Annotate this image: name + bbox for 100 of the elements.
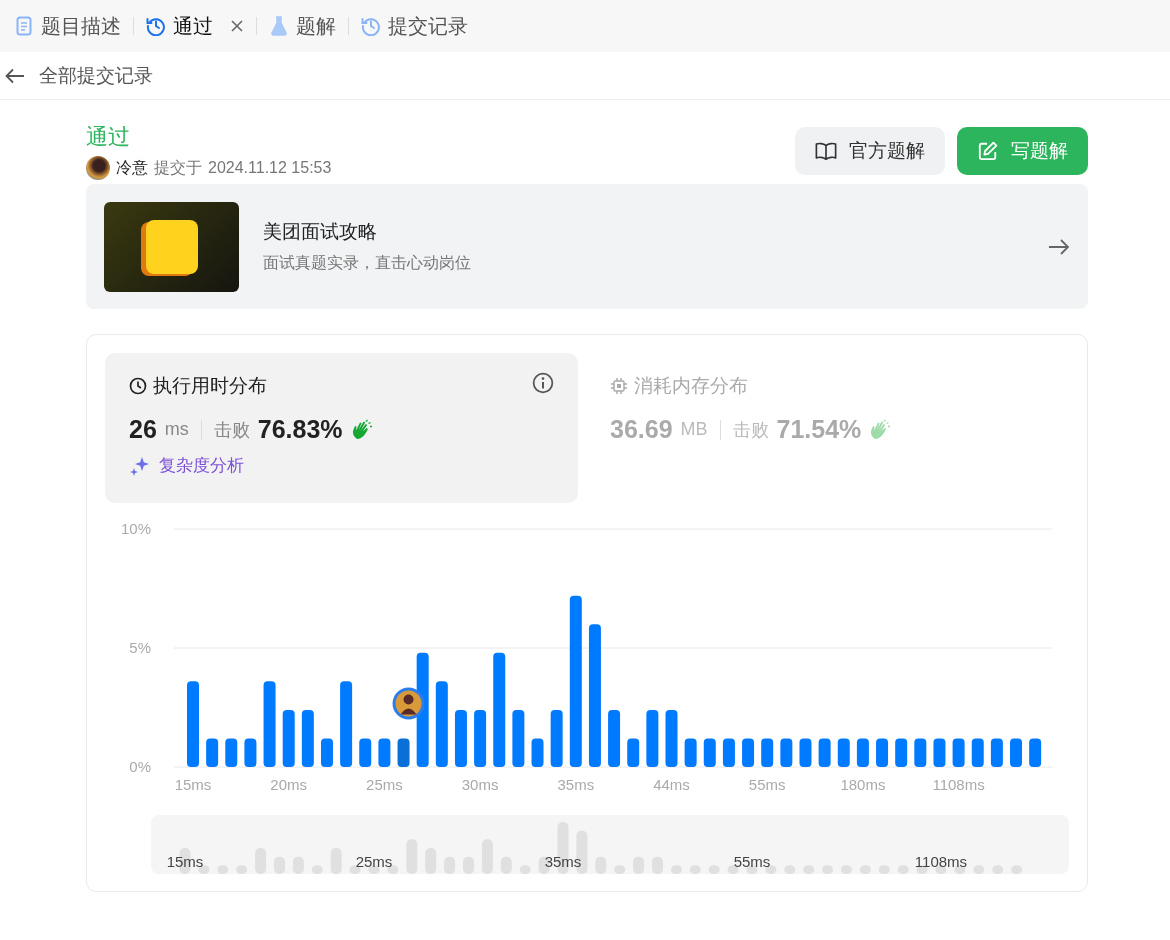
overview-label: 35ms [544,853,582,870]
histogram-bar[interactable] [359,738,372,767]
x-axis-label: 44ms [653,776,690,793]
stats-panel[interactable]: 执行用时分布 26 ms 击败 76.83% 复杂度分析 [105,353,578,503]
overview-label: 1108ms [914,853,968,870]
histogram-bar[interactable] [569,595,582,767]
histogram-bar[interactable] [206,738,219,767]
histogram-bar[interactable] [856,738,869,767]
status-text: 通过 [86,124,131,150]
x-axis-label: 1108ms [932,776,985,793]
histogram-bar[interactable] [761,738,774,767]
histogram-bar[interactable] [301,709,314,767]
edit-icon [977,141,999,161]
histogram-bar[interactable] [799,738,812,767]
stat-value: 36.69 [610,415,673,444]
y-axis-label: 10% [120,520,151,537]
histogram-bar[interactable] [646,709,659,767]
histogram-bar[interactable] [608,709,621,767]
history-icon [146,16,166,36]
histogram-bar[interactable] [990,738,1003,767]
y-axis-label: 0% [129,758,151,775]
promo-title: 美团面试攻略 [263,220,378,244]
panel-title: 消耗内存分布 [634,374,748,398]
histogram-bar[interactable] [818,738,831,767]
x-axis-label: 15ms [174,776,212,793]
panel-title: 执行用时分布 [153,374,267,398]
promo-subtitle: 面试真题实录，直击心动岗位 [263,253,472,273]
official-solution-button[interactable]: 官方题解 [795,127,945,175]
histogram-bar[interactable] [971,738,984,767]
history-icon [361,16,381,36]
histogram-bar[interactable] [1029,738,1042,767]
submitted-label: 提交于 [154,157,202,178]
document-icon [14,16,34,36]
histogram-bar[interactable] [531,738,544,767]
histogram-bar[interactable] [550,709,563,767]
back-arrow-icon[interactable] [5,67,25,84]
beats-label: 击败 [732,418,769,442]
beats-percent: 76.83% [257,415,343,444]
histogram-bar[interactable] [321,738,333,767]
histogram-bar[interactable] [378,738,391,767]
histogram-bar[interactable] [435,681,448,767]
all-submissions-link[interactable]: 全部提交记录 [39,62,153,89]
complexity-analysis-link[interactable]: 复杂度分析 [159,454,244,477]
histogram-bar[interactable] [493,652,506,767]
avatar-marker [392,687,425,720]
clock-icon [129,377,147,395]
overview-label: 25ms [355,853,393,870]
x-axis-label: 55ms [748,776,786,793]
histogram-bar[interactable] [684,738,697,767]
x-axis-label: 30ms [461,776,499,793]
histogram-bar[interactable] [340,681,353,767]
histogram-bar[interactable] [263,681,276,767]
tab[interactable]: 题目描述 [10,12,125,40]
promo-card[interactable]: 美团面试攻略 面试真题实录，直击心动岗位 [86,184,1088,309]
clapping-hands-icon [869,418,892,441]
clapping-hands-icon [350,418,373,441]
beats-label: 击败 [213,418,250,442]
user-name[interactable]: 冷意 [116,157,148,179]
histogram-bar[interactable] [780,738,793,767]
histogram-bar[interactable] [512,709,525,767]
stat-unit: MB [680,419,708,440]
tab[interactable]: 提交记录 [357,12,472,40]
histogram-bar[interactable] [703,738,716,767]
histogram-bar[interactable] [474,709,487,767]
x-axis-label: 180ms [840,776,886,793]
x-axis-label: 35ms [557,776,595,793]
tab[interactable]: 题解 [265,12,340,40]
histogram-bar[interactable] [454,709,467,767]
close-icon[interactable] [230,19,244,33]
histogram-bar[interactable] [933,738,946,767]
histogram-bar[interactable] [1010,738,1022,767]
histogram-bar[interactable] [225,738,238,767]
arrow-right-icon [1048,237,1070,256]
tab[interactable]: 通过 [142,12,248,40]
beats-percent: 71.54% [776,415,862,444]
chip-icon [610,377,628,395]
book-icon [815,141,837,161]
x-axis-label: 20ms [270,776,308,793]
histogram-bar[interactable] [665,709,678,767]
histogram-bar[interactable] [244,738,257,767]
overview-label: 15ms [166,853,204,870]
histogram-bar[interactable] [397,738,410,767]
avatar [86,156,110,180]
stat-value: 26 [129,415,157,444]
flask-icon [269,16,289,36]
histogram-bar[interactable] [722,738,735,767]
histogram-bar[interactable] [837,738,850,767]
x-axis-label: 25ms [366,776,403,793]
histogram-bar[interactable] [876,738,889,767]
histogram-bar[interactable] [742,738,755,767]
submission-time: 2024.11.12 15:53 [208,159,332,177]
overview-label: 55ms [733,853,771,870]
histogram-bar[interactable] [914,738,927,767]
histogram-bar[interactable] [895,738,908,767]
range-overview[interactable]: 15ms 25ms 35ms 55ms 1108ms [151,815,1069,874]
histogram-bar[interactable] [627,738,640,767]
histogram-bar[interactable] [282,709,295,767]
histogram-bar[interactable] [588,624,601,767]
histogram-bar[interactable] [952,738,965,767]
info-icon[interactable] [532,372,554,394]
